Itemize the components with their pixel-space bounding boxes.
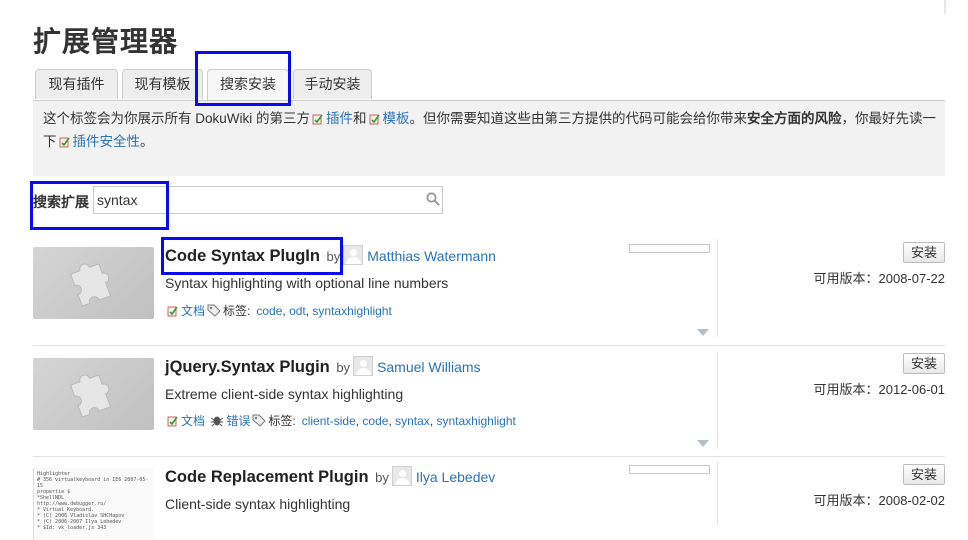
install-button[interactable]: 安装 xyxy=(903,242,945,263)
security-risk-text: 安全方面的风险 xyxy=(747,111,842,126)
info-text-part2: 。但你需要知道这些由第三方提供的代码可能会给你带来 xyxy=(409,111,748,126)
tab-manual-install[interactable]: 手动安装 xyxy=(293,69,372,99)
extension-title[interactable]: Code Syntax PlugIn xyxy=(165,247,320,265)
tags-label: 标签: xyxy=(223,304,251,318)
expand-details-icon[interactable] xyxy=(697,440,709,447)
docs-link[interactable]: 文档 xyxy=(181,304,205,318)
search-label: 搜索扩展 xyxy=(33,194,89,210)
available-version: 可用版本：2012-06-01 xyxy=(813,379,945,398)
version-label: 可用版本： xyxy=(813,493,879,508)
version-date: 2012-06-01 xyxy=(878,382,946,397)
version-date: 2008-07-22 xyxy=(878,271,946,286)
version-date: 2008-02-02 xyxy=(878,493,946,508)
author-link[interactable]: Samuel Williams xyxy=(377,359,480,375)
wiki-link-icon xyxy=(369,110,381,131)
by-label: by xyxy=(336,360,351,375)
expand-details-icon[interactable] xyxy=(697,329,709,336)
tag-link[interactable]: client-side xyxy=(302,414,356,428)
tag-link[interactable]: syntaxhighlight xyxy=(312,304,391,318)
info-text-part1: 这个标签会为你展示所有 DokuWiki 的第三方 xyxy=(43,111,311,126)
extension-title-row: Code Replacement Plugin by Ilya Lebedev xyxy=(165,466,495,487)
popularity-bar xyxy=(629,465,710,474)
tag-icon xyxy=(207,304,221,320)
tag-link[interactable]: code xyxy=(256,304,282,318)
avatar-icon xyxy=(343,245,364,265)
install-button[interactable]: 安装 xyxy=(903,464,945,485)
tag-link[interactable]: syntaxhighlight xyxy=(436,414,515,428)
page-title: 扩展管理器 xyxy=(33,26,179,57)
extension-title[interactable]: jQuery.Syntax Plugin xyxy=(165,358,330,376)
avatar-icon xyxy=(391,466,412,486)
extension-item: Highlighter # 356 virtualkeyboard in IE6… xyxy=(33,456,945,540)
author-link[interactable]: Matthias Watermann xyxy=(367,248,496,264)
version-label: 可用版本： xyxy=(813,271,879,286)
column-divider xyxy=(717,462,718,526)
tag-icon xyxy=(252,414,267,430)
bug-icon xyxy=(210,414,224,430)
templates-link[interactable]: 模板 xyxy=(383,111,410,126)
info-text: 这个标签会为你展示所有 DokuWiki 的第三方 插件和 模板。但你需要知道这些由… xyxy=(43,108,939,154)
column-divider xyxy=(717,351,718,449)
plugin-thumbnail[interactable] xyxy=(33,247,154,319)
plugin-screenshot[interactable]: Highlighter # 356 virtualkeyboard in IE6… xyxy=(33,468,154,540)
extension-meta: 文档 错误 标签: client-side, code, syntax, synta… xyxy=(165,412,516,430)
info-text-period: 。 xyxy=(140,134,154,149)
by-label: by xyxy=(326,249,341,264)
extension-description: Extreme client-side syntax highlighting xyxy=(165,386,404,402)
install-button[interactable]: 安装 xyxy=(903,353,945,374)
extension-description: Syntax highlighting with optional line n… xyxy=(165,275,449,291)
popularity-bar xyxy=(629,244,710,253)
tag-link[interactable]: odt xyxy=(289,304,306,318)
tags-label: 标签: xyxy=(268,414,296,428)
extension-title-row: jQuery.Syntax Plugin by Samuel Williams xyxy=(165,356,481,377)
extension-description: Client-side syntax highlighting xyxy=(165,496,351,512)
tab-installed-plugins[interactable]: 现有插件 xyxy=(35,69,118,99)
tag-link[interactable]: syntax xyxy=(395,414,430,428)
tab-search-install[interactable]: 搜索安装 xyxy=(207,69,289,102)
avatar-icon xyxy=(353,356,374,376)
extension-meta: 文档 标签: code, odt, syntaxhighlight xyxy=(165,302,392,320)
info-text-and: 和 xyxy=(353,111,367,126)
search-input[interactable] xyxy=(93,186,443,214)
column-divider xyxy=(717,239,718,337)
available-version: 可用版本：2008-02-02 xyxy=(813,490,945,509)
plugin-security-link[interactable]: 插件安全性 xyxy=(73,134,141,149)
available-version: 可用版本：2008-07-22 xyxy=(813,268,945,287)
docs-icon xyxy=(167,415,179,430)
plugin-thumbnail[interactable] xyxy=(33,358,154,430)
by-label: by xyxy=(375,470,389,485)
version-label: 可用版本： xyxy=(813,382,879,397)
docs-icon xyxy=(167,305,179,320)
puzzle-icon xyxy=(69,263,112,307)
wiki-link-icon xyxy=(312,110,324,131)
search-icon[interactable] xyxy=(426,192,440,209)
extension-title-row: Code Syntax PlugIn by Matthias Watermann xyxy=(165,245,496,266)
bugs-link[interactable]: 错误 xyxy=(226,414,250,428)
info-panel: 这个标签会为你展示所有 DokuWiki 的第三方 插件和 模板。但你需要知道这些由… xyxy=(33,100,945,176)
wiki-link-icon xyxy=(59,133,71,154)
scrollbar-edge xyxy=(944,0,946,14)
author-link[interactable]: Ilya Lebedev xyxy=(416,469,495,485)
extension-item: Code Syntax PlugIn by Matthias Watermann … xyxy=(33,233,945,346)
puzzle-icon xyxy=(69,374,112,418)
extension-title[interactable]: Code Replacement Plugin xyxy=(165,468,369,486)
plugins-link[interactable]: 插件 xyxy=(326,111,353,126)
screenshot-line: # 356 virtualkeyboard in IE6 2007-05-15 xyxy=(37,477,149,489)
docs-link[interactable]: 文档 xyxy=(181,414,205,428)
extension-item: jQuery.Syntax Plugin by Samuel Williams E… xyxy=(33,345,945,457)
tab-installed-templates[interactable]: 现有模板 xyxy=(122,69,203,99)
tag-link[interactable]: code xyxy=(362,414,388,428)
